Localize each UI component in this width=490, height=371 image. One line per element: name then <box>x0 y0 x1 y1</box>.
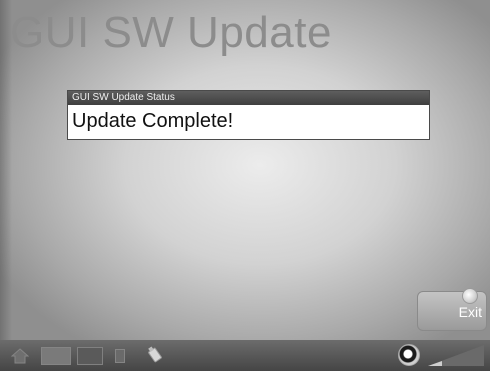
status-message: Update Complete! <box>72 110 234 132</box>
bottom-toolbar <box>0 340 490 371</box>
grid-icon[interactable] <box>41 347 71 365</box>
exit-button-label: Exit <box>458 304 482 320</box>
page-title: GUI SW Update <box>10 8 332 57</box>
exit-button[interactable]: Exit <box>417 288 487 331</box>
gui-sw-update-screen: GUI SW Update GUI SW Update Status Updat… <box>0 0 490 371</box>
home-icon[interactable] <box>10 348 30 369</box>
screen-icon[interactable] <box>77 347 103 365</box>
status-panel-header: GUI SW Update Status <box>68 91 429 105</box>
volume-level-icon[interactable] <box>428 345 484 371</box>
usb-icon[interactable] <box>148 346 164 369</box>
volume-knob-icon[interactable] <box>398 344 420 366</box>
mini-device-icon[interactable] <box>115 349 125 363</box>
status-panel: GUI SW Update Status Update Complete! <box>67 90 430 140</box>
indicator-dot-icon <box>462 288 478 304</box>
